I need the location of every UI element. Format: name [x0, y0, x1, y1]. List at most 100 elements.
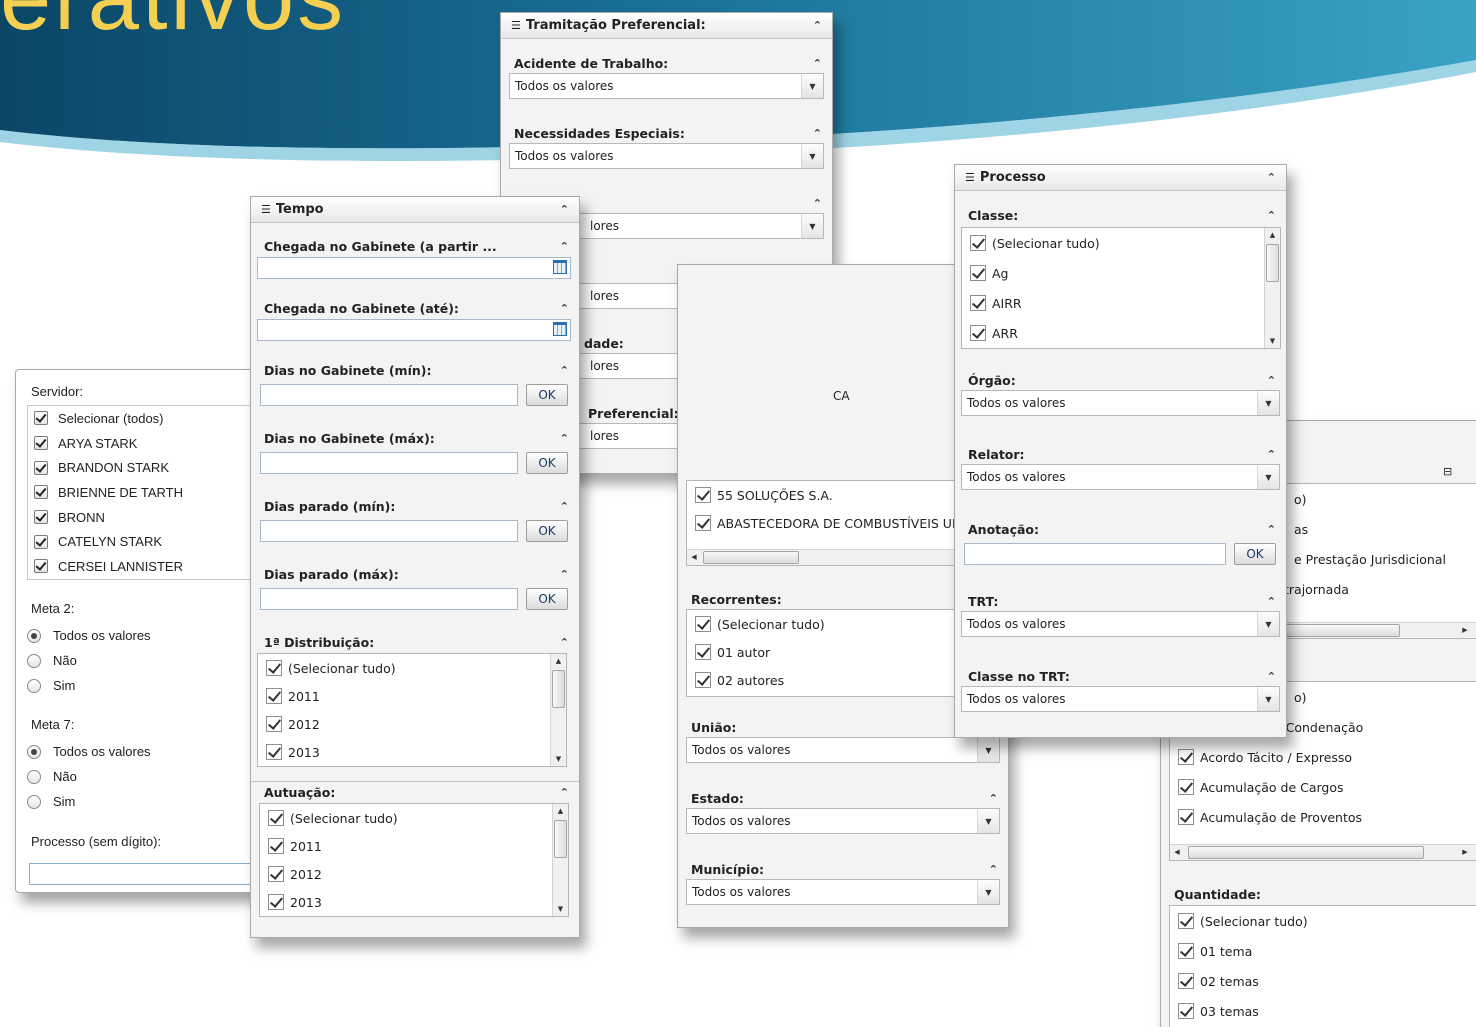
checkbox-icon[interactable] [970, 265, 986, 281]
servidor-item[interactable]: ARYA STARK [28, 431, 276, 456]
collapse-icon[interactable]: ⌃ [560, 204, 569, 215]
checkbox-icon[interactable] [695, 644, 711, 660]
classe-list[interactable]: (Selecionar tudo) Ag AIRR ARR ▲ ▼ [961, 227, 1281, 349]
dias-gab-max-input[interactable] [260, 452, 518, 474]
checkbox-icon[interactable] [268, 838, 284, 854]
servidor-item[interactable]: CATELYN STARK [28, 529, 276, 554]
collapse-icon[interactable]: ⌃ [813, 198, 822, 209]
scroll-thumb[interactable] [1280, 624, 1400, 637]
dias-par-max-input[interactable] [260, 588, 518, 610]
list-item[interactable]: 2012 [260, 860, 568, 888]
vertical-scrollbar[interactable]: ▲ ▼ [1264, 228, 1280, 348]
anotacao-ok-button[interactable]: OK [1234, 543, 1276, 565]
collapse-icon[interactable]: ⌃ [1267, 375, 1276, 386]
checkbox-icon[interactable] [1178, 973, 1194, 989]
servidor-item[interactable]: BRONN [28, 505, 276, 530]
dropdown-arrow-icon[interactable]: ▼ [801, 214, 823, 238]
collapse-icon[interactable]: ⌃ [1267, 210, 1276, 221]
list-item[interactable]: 2011 [258, 682, 566, 710]
list-item[interactable]: (Selecionar tudo) [1170, 906, 1476, 936]
checkbox-icon[interactable] [1178, 1003, 1194, 1019]
checkbox-icon[interactable] [695, 515, 711, 531]
scroll-left-icon[interactable]: ◀ [687, 550, 701, 564]
list-item[interactable]: 2013 [260, 888, 568, 916]
checkbox-icon[interactable] [34, 510, 48, 525]
quantidade-list[interactable]: (Selecionar tudo) 01 tema 02 temas 03 te… [1169, 905, 1476, 1027]
checkbox-icon[interactable] [34, 460, 48, 475]
dropdown-arrow-icon[interactable]: ▼ [1257, 612, 1279, 636]
collapse-icon[interactable]: ⌃ [560, 241, 569, 252]
collapse-icon[interactable]: ⌃ [560, 365, 569, 376]
scroll-right-icon[interactable]: ▶ [1458, 845, 1472, 859]
scroll-down-icon[interactable]: ▼ [551, 752, 566, 766]
list-item[interactable]: 03 temas [1170, 996, 1476, 1026]
list-item[interactable]: 2011 [260, 832, 568, 860]
list-item[interactable]: Ag [962, 258, 1280, 288]
collapse-icon[interactable]: ⌃ [1267, 172, 1276, 183]
scroll-thumb[interactable] [703, 551, 799, 564]
servidor-list[interactable]: Selecionar (todos) ARYA STARK BRANDON ST… [27, 405, 276, 580]
radio-icon[interactable] [27, 678, 41, 693]
vertical-scrollbar[interactable]: ▲ ▼ [550, 654, 566, 766]
dropdown-arrow-icon[interactable]: ▼ [801, 144, 823, 168]
list-item[interactable]: AIRR [962, 288, 1280, 318]
estado-combo[interactable]: Todos os valores ▼ [686, 808, 1000, 834]
dias-gab-min-ok-button[interactable]: OK [526, 384, 568, 406]
radio-icon[interactable] [27, 653, 41, 668]
collapse-icon[interactable]: ⌃ [813, 128, 822, 139]
radio-icon[interactable] [27, 769, 41, 784]
meta7-radio-nao[interactable]: Não [16, 764, 77, 789]
collapse-icon[interactable]: ⌃ [560, 501, 569, 512]
checkbox-icon[interactable] [970, 325, 986, 341]
radio-icon[interactable] [27, 794, 41, 809]
tramitacao-header[interactable]: ☰ Tramitação Preferencial: ⌃ [501, 13, 832, 39]
tempo-header[interactable]: ☰ Tempo ⌃ [251, 197, 579, 223]
list-item[interactable]: Acumulação de Cargos [1170, 772, 1476, 802]
collapse-icon[interactable]: ⌃ [560, 303, 569, 314]
autuacao-list[interactable]: (Selecionar tudo) 2011 2012 2013 ▲ ▼ [259, 803, 569, 917]
dropdown-arrow-icon[interactable]: ▼ [1257, 391, 1279, 415]
checkbox-icon[interactable] [970, 235, 986, 251]
meta7-radio-todos[interactable]: Todos os valores [16, 739, 151, 764]
checkbox-icon[interactable] [970, 295, 986, 311]
collapse-icon[interactable]: ⌃ [1267, 449, 1276, 460]
meta2-radio-nao[interactable]: Não [16, 648, 77, 673]
servidor-item[interactable]: BRANDON STARK [28, 455, 276, 480]
checkbox-icon[interactable] [34, 559, 48, 574]
meta2-radio-sim[interactable]: Sim [16, 673, 75, 698]
orgao-combo[interactable]: Todos os valores ▼ [961, 390, 1280, 416]
dropdown-arrow-icon[interactable]: ▼ [977, 809, 999, 833]
necessidades-combo[interactable]: Todos os valores ▼ [509, 143, 824, 169]
checkbox-icon[interactable] [34, 436, 48, 451]
checkbox-icon[interactable] [268, 866, 284, 882]
dropdown-arrow-icon[interactable]: ▼ [1257, 687, 1279, 711]
checkbox-icon[interactable] [266, 688, 282, 704]
servidor-item[interactable]: BRIENNE DE TARTH [28, 480, 276, 505]
collapse-icon[interactable]: ⌃ [560, 433, 569, 444]
collapse-icon[interactable]: ⌃ [560, 637, 569, 648]
dias-par-min-ok-button[interactable]: OK [526, 520, 568, 542]
dropdown-arrow-icon[interactable]: ▼ [1257, 465, 1279, 489]
chegada-ate-date-input[interactable] [257, 319, 571, 341]
list-item[interactable]: 01 tema [1170, 936, 1476, 966]
checkbox-icon[interactable] [34, 485, 48, 500]
distribuicao-list[interactable]: (Selecionar tudo) 2011 2012 2013 ▲ ▼ [257, 653, 567, 767]
acidente-combo[interactable]: Todos os valores ▼ [509, 73, 824, 99]
servidor-item[interactable]: CERSEI LANNISTER [28, 554, 276, 579]
list-item[interactable]: 2013 [258, 738, 566, 766]
uniao-combo[interactable]: Todos os valores ▼ [686, 737, 1000, 763]
collapse-icon[interactable]: ⌃ [560, 787, 569, 798]
collapse-icon[interactable]: ⌃ [989, 864, 998, 875]
classe-trt-combo[interactable]: Todos os valores ▼ [961, 686, 1280, 712]
processo-input[interactable] [29, 863, 276, 885]
scroll-up-icon[interactable]: ▲ [551, 654, 566, 668]
horizontal-scrollbar[interactable]: ◀ ▶ [1170, 844, 1476, 860]
dropdown-arrow-icon[interactable]: ▼ [977, 880, 999, 904]
trt-combo[interactable]: Todos os valores ▼ [961, 611, 1280, 637]
list-item[interactable]: 2012 [258, 710, 566, 738]
relator-combo[interactable]: Todos os valores ▼ [961, 464, 1280, 490]
meta2-radio-todos[interactable]: Todos os valores [16, 623, 151, 648]
scroll-right-icon[interactable]: ▶ [1458, 623, 1472, 637]
checkbox-icon[interactable] [266, 716, 282, 732]
processo-header[interactable]: ☰ Processo ⌃ [955, 165, 1286, 191]
